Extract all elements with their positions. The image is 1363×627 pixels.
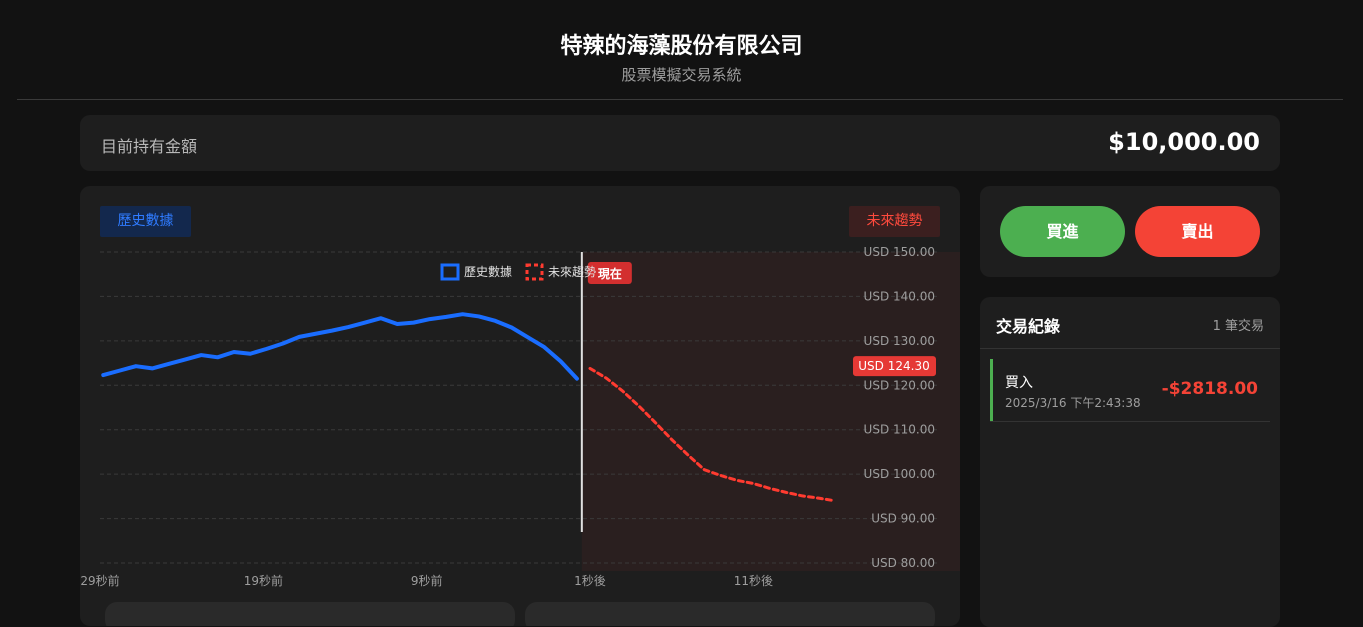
system-subtitle: 股票模擬交易系統 bbox=[621, 66, 742, 84]
y-tick-label: USD 80.00 bbox=[871, 556, 935, 570]
y-tick-label: USD 130.00 bbox=[864, 334, 935, 348]
company-title: 特辣的海藻股份有限公司 bbox=[560, 34, 803, 59]
y-tick-label: USD 100.00 bbox=[864, 467, 935, 481]
sell-button[interactable]: 賣出 bbox=[1135, 206, 1260, 257]
now-badge-label: 現在 bbox=[598, 266, 622, 281]
legend-history-swatch bbox=[440, 263, 460, 281]
balance-label: 目前持有金額 bbox=[101, 137, 198, 156]
balance-card: 目前持有金額 $10,000.00 bbox=[80, 115, 1280, 171]
transaction-time: 2025/3/16 下午2:43:38 bbox=[1005, 396, 1141, 410]
transaction-indicator bbox=[990, 359, 993, 421]
chart-control-left[interactable] bbox=[105, 602, 515, 626]
y-tick-label: USD 120.00 bbox=[864, 378, 935, 392]
price-chart: USD 150.00 USD 140.00 USD 130.00 USD 120.00… bbox=[80, 245, 960, 588]
legend-future-swatch bbox=[525, 263, 544, 281]
history-series-line bbox=[101, 312, 579, 381]
x-tick-label: 29秒前 bbox=[80, 573, 119, 588]
history-title: 交易紀錄 bbox=[996, 317, 1061, 336]
balance-value: $10,000.00 bbox=[1108, 128, 1260, 156]
x-tick-label: 9秒前 bbox=[411, 573, 443, 588]
transaction-amount: -$2818.00 bbox=[1161, 379, 1258, 399]
x-tick-label: 1秒後 bbox=[574, 574, 606, 588]
trade-card: 買進 賣出 bbox=[980, 186, 1280, 277]
chart-control-right[interactable] bbox=[525, 602, 935, 626]
y-tick-label: USD 110.00 bbox=[864, 423, 935, 437]
transaction-type: 買入 bbox=[1005, 375, 1033, 391]
y-tick-label: USD 150.00 bbox=[864, 245, 935, 259]
price-chart-card: USD 150.00 USD 140.00 USD 130.00 USD 120.00… bbox=[80, 186, 960, 626]
legend-history-label: 歷史數據 bbox=[464, 265, 512, 279]
current-price-label: USD 124.30 bbox=[858, 359, 929, 373]
legend-future-label: 未來趨勢 bbox=[548, 264, 596, 279]
history-count: 1 筆交易 bbox=[1212, 319, 1264, 334]
x-tick-label: 11秒後 bbox=[734, 574, 773, 588]
x-tick-label: 19秒前 bbox=[244, 573, 283, 588]
buy-button[interactable]: 買進 bbox=[1000, 206, 1125, 257]
header-divider bbox=[17, 99, 1343, 100]
page-header: 特辣的海藻股份有限公司 股票模擬交易系統 bbox=[0, 0, 1363, 100]
transaction-row: 買入 2025/3/16 下午2:43:38 -$2818.00 bbox=[990, 359, 1270, 422]
y-tick-label: USD 90.00 bbox=[871, 512, 935, 526]
y-tick-label: USD 140.00 bbox=[864, 289, 935, 303]
history-divider bbox=[980, 348, 1280, 349]
transaction-history-card: 交易紀錄 1 筆交易 買入 2025/3/16 下午2:43:38 -$2818… bbox=[980, 297, 1280, 627]
future-tag: 未來趨勢 bbox=[849, 206, 940, 237]
history-tag: 歷史數據 bbox=[100, 206, 191, 237]
